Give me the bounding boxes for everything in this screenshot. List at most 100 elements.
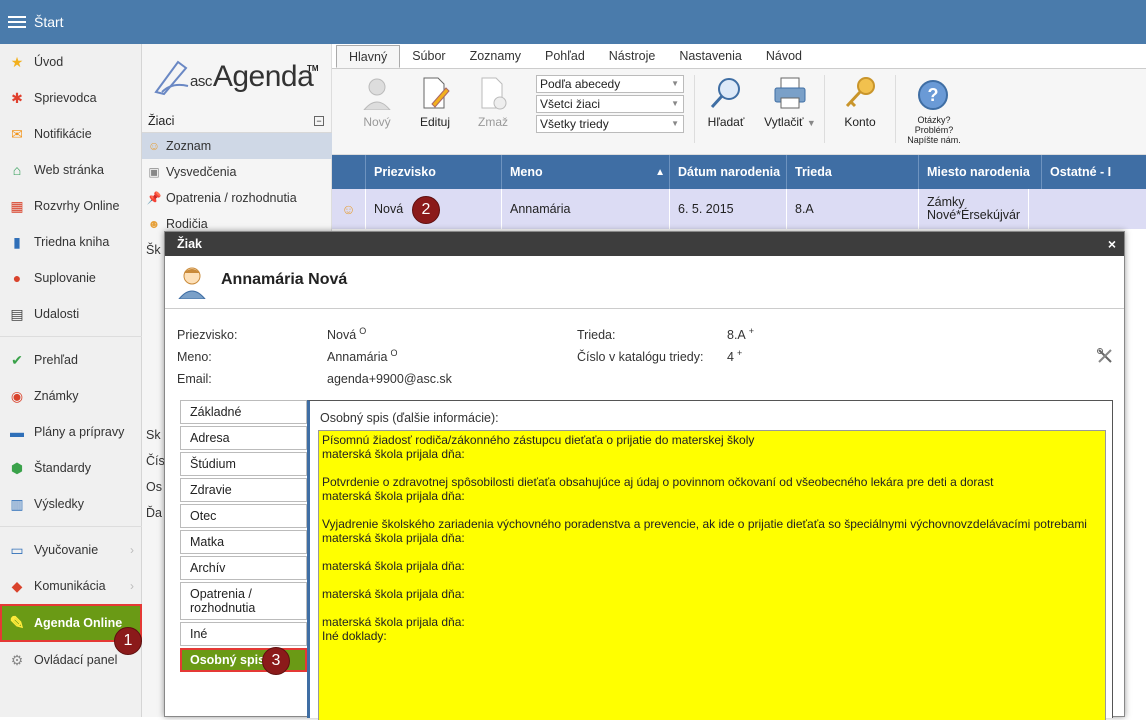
nav-item-udalosti[interactable]: ▤ Udalosti [0,296,142,332]
mid-item-vysvedcenia[interactable]: ▣ Vysvedčenia [142,159,332,185]
mid-stub-section[interactable]: Čís [142,449,165,473]
tab-pohlad[interactable]: Pohľad [533,45,597,68]
top-bar-title[interactable]: Štart [34,14,64,30]
nav-item-label: Štandardy [34,461,91,475]
print-button[interactable]: Vytlačiť ▼ [760,75,820,129]
column-header-name[interactable]: Meno ▲ [502,155,670,189]
name-mark: O [390,348,398,358]
grid-header: Priezvisko Meno ▲ Dátum narodenia Trieda … [332,155,1146,189]
mid-item-zoznam[interactable]: ☺ Zoznam [142,133,332,159]
nav-item-web-stranka[interactable]: ⌂ Web stránka [0,152,142,188]
nav-item-komunikacia[interactable]: ◆ Komunikácia › [0,568,142,604]
side-tab-studium[interactable]: Štúdium [180,452,307,476]
delete-button-label: Zmaž [478,115,508,129]
section-title: Žiaci [148,113,175,128]
surname-mark: O [359,326,367,336]
name-value: Annamária O [327,348,397,364]
hamburger-menu-icon[interactable] [8,16,26,28]
column-header-other[interactable]: Ostatné - I [1042,155,1146,189]
grade-icon: ◉ [10,388,24,404]
email-value: agenda+9900@asc.sk [327,372,452,386]
mid-stub-section[interactable]: Os [142,475,164,499]
logo-text: ascAgenda [190,60,314,94]
star-icon: ★ [10,54,24,70]
table-row[interactable]: ☺ Nová Annamária 6. 5. 2015 8.A Zámky No… [332,189,1146,229]
nav-item-znamky[interactable]: ◉ Známky [0,378,142,414]
students-filter-select[interactable]: Všetci žiaci ▼ [536,95,684,113]
sort-select[interactable]: Podľa abecedy ▼ [536,75,684,93]
mid-stub-section[interactable]: Ďa [142,501,164,525]
mid-stub-section[interactable]: Šk [142,238,164,262]
class-label: Trieda: [577,328,616,342]
tab-nastroje[interactable]: Nástroje [597,45,668,68]
search-button[interactable]: Hľadať [701,75,751,129]
nav-item-label: Plány a prípravy [34,425,125,439]
collapse-toggle[interactable]: − [314,115,324,126]
nav-item-plany[interactable]: ▬ Plány a prípravy [0,414,142,450]
tab-zoznamy[interactable]: Zoznamy [458,45,533,68]
tab-subor[interactable]: Súbor [400,45,457,68]
section-header-ziaci[interactable]: Žiaci − [142,109,332,133]
tools-icon[interactable] [1096,347,1114,365]
tab-hlavny[interactable]: Hlavný [336,45,401,68]
account-button[interactable]: Konto [835,75,885,129]
column-header-birthplace[interactable]: Miesto narodenia [919,155,1042,189]
nav-item-sprievodca[interactable]: ✱ Sprievodca [0,80,142,116]
side-tab-ine[interactable]: Iné [180,622,307,646]
students-filter-value: Všetci žiaci [540,97,601,111]
new-person-icon [363,78,391,110]
nav-item-suplovanie[interactable]: ● Suplovanie [0,260,142,296]
classes-filter-value: Všetky triedy [540,117,609,131]
side-tab-archiv[interactable]: Archív [180,556,307,580]
certificate-icon: ▣ [148,165,160,179]
delete-button[interactable]: Zmaž [468,75,518,129]
tab-nastavenia[interactable]: Nastavenia [667,45,754,68]
side-tab-adresa[interactable]: Adresa [180,426,307,450]
catalog-number-value: 4 + [727,348,742,364]
nav-item-vysledky[interactable]: ▥ Výsledky [0,486,142,522]
help-button[interactable]: Otázky? Problém? Napíšte nám. [902,115,966,145]
nav-item-label: Výsledky [34,497,85,511]
edit-button[interactable]: Edituj [410,75,460,129]
side-tab-matka[interactable]: Matka [180,530,307,554]
mid-stub-section[interactable]: Sk [142,423,164,447]
personal-file-panel: Osobný spis (ďalšie informácie): Písomnú… [307,400,1113,720]
print-dropdown-arrow-icon[interactable]: ▼ [807,118,816,128]
nav-item-label: Web stránka [34,163,104,177]
side-tab-zdravie[interactable]: Zdravie [180,478,307,502]
edit-button-label: Edituj [419,115,451,129]
personal-file-textarea[interactable]: Písomnú žiadosť rodiča/zákonného zástupc… [318,430,1106,720]
mid-item-opatrenia[interactable]: 📌 Opatrenia / rozhodnutia [142,185,332,211]
shield-check-icon: ⬢ [10,460,24,476]
nav-item-prehlad[interactable]: ✔ Prehľad [0,342,142,378]
dialog-divider [165,308,1124,309]
nav-item-uvod[interactable]: ★ Úvod [0,44,142,80]
surname-label: Priezvisko: [177,328,238,342]
person-icon: ● [12,270,22,286]
agenda-pen-icon: ✎ [9,613,25,633]
ribbon-divider [895,75,896,143]
surname-value: Nová O [327,326,366,342]
tab-navod[interactable]: Návod [754,45,814,68]
nav-item-notifikacie[interactable]: ✉ Notifikácie [0,116,142,152]
side-tab-zakladne[interactable]: Základné [180,400,307,424]
classes-filter-select[interactable]: Všetky triedy ▼ [536,115,684,133]
close-icon[interactable]: × [1108,236,1116,252]
column-header-surname[interactable]: Priezvisko [366,155,502,189]
help-line-questions: Otázky? [917,115,951,125]
column-header-class[interactable]: Trieda [787,155,919,189]
nav-item-vyucovanie[interactable]: ▭ Vyučovanie › [0,532,142,568]
nav-item-label: Notifikácie [34,127,92,141]
nav-item-rozvrhy[interactable]: ▦ Rozvrhy Online [0,188,142,224]
new-button[interactable]: Nový [352,75,402,129]
student-name-heading: Annamária Nová [221,271,348,288]
side-tab-opatrenia[interactable]: Opatrenia / rozhodnutia [180,582,307,620]
side-tab-otec[interactable]: Otec [180,504,307,528]
nav-item-triedna-kniha[interactable]: ▮ Triedna kniha [0,224,142,260]
column-header-dob[interactable]: Dátum narodenia [670,155,787,189]
briefcase-icon: ▬ [10,424,24,440]
student-icon: ☺ [147,139,161,153]
help-question-icon[interactable]: ? [918,80,948,110]
nav-item-standardy[interactable]: ⬢ Štandardy [0,450,142,486]
ribbon-tabs: Hlavný Súbor Zoznamy Pohľad Nástroje Nas… [332,44,1146,69]
